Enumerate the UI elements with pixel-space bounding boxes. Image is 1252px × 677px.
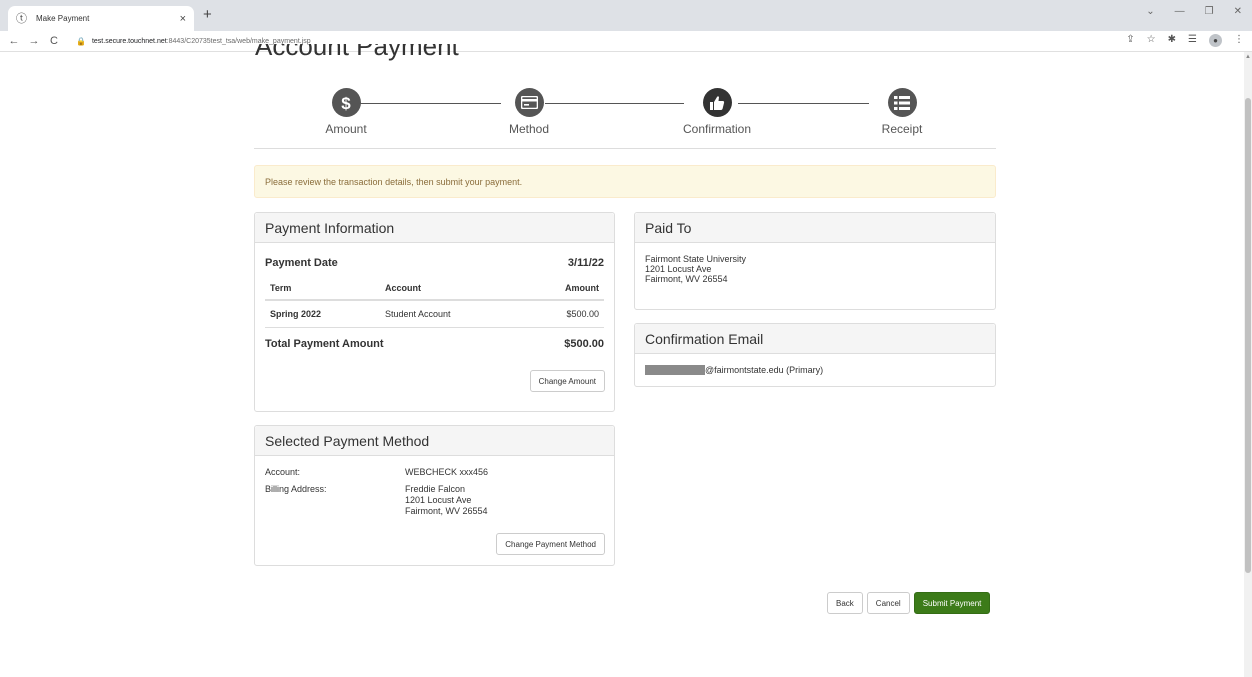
window-controls: ⌄ — ❐ ✕ xyxy=(1146,6,1242,17)
billing-street: 1201 Locust Ave xyxy=(405,495,472,505)
step-label: Confirmation xyxy=(682,122,752,136)
table-header-row: Term Account Amount xyxy=(265,275,604,301)
form-actions: Back Cancel Submit Payment xyxy=(827,592,991,614)
touchnet-favicon-icon: ⓣ xyxy=(16,12,27,25)
paid-to-panel: Paid To Fairmont State University 1201 L… xyxy=(634,212,996,310)
back-arrow-icon[interactable]: ← xyxy=(8,35,20,47)
total-value: $500.00 xyxy=(564,338,604,350)
total-label: Total Payment Amount xyxy=(265,338,384,350)
extensions-icon[interactable]: ✱ xyxy=(1168,34,1176,47)
billing-name: Freddie Falcon xyxy=(405,484,466,494)
cell-term: Spring 2022 xyxy=(265,300,380,328)
cell-amount: $500.00 xyxy=(521,300,604,328)
account-row: Account: WEBCHECK xxx456 xyxy=(265,467,604,478)
restore-icon[interactable]: ❐ xyxy=(1205,6,1214,17)
payment-information-panel: Payment Information Payment Date 3/11/22… xyxy=(254,212,615,412)
scrollbar-thumb[interactable] xyxy=(1245,98,1251,573)
review-alert: Please review the transaction details, t… xyxy=(254,165,996,198)
payee-street: 1201 Locust Ave xyxy=(645,264,712,274)
change-payment-method-button[interactable]: Change Payment Method xyxy=(496,533,605,555)
menu-kebab-icon[interactable]: ⋮ xyxy=(1234,34,1244,47)
confirmation-email-panel: Confirmation Email @fairmontstate.edu (P… xyxy=(634,323,996,387)
redacted-email-block xyxy=(645,365,705,375)
billing-city: Fairmont, WV 26554 xyxy=(405,506,488,516)
thumbs-up-icon xyxy=(702,88,732,117)
credit-card-icon xyxy=(514,88,544,117)
payee-name: Fairmont State University xyxy=(645,254,747,264)
forward-arrow-icon[interactable]: → xyxy=(28,35,40,47)
account-label: Account: xyxy=(265,467,301,477)
step-method: Method xyxy=(469,88,589,136)
selected-payment-method-panel: Selected Payment Method Account: WEBCHEC… xyxy=(254,425,615,566)
change-amount-button[interactable]: Change Amount xyxy=(529,370,605,392)
browser-tab-bar: ⓣ Make Payment × + ⌄ — ❐ ✕ xyxy=(0,0,1252,31)
tab-search-icon[interactable]: ⌄ xyxy=(1146,6,1154,17)
step-confirmation: Confirmation xyxy=(657,88,777,136)
close-window-icon[interactable]: ✕ xyxy=(1234,6,1242,17)
panel-heading: Confirmation Email xyxy=(635,324,995,354)
billing-address-value: Freddie Falcon 1201 Locust Ave Fairmont,… xyxy=(405,484,488,517)
reading-list-icon[interactable]: ☰ xyxy=(1188,34,1197,47)
share-icon[interactable]: ⇪ xyxy=(1126,34,1134,47)
url-host: test.secure.touchnet.net xyxy=(91,37,167,45)
total-row: Total Payment Amount $500.00 xyxy=(265,338,604,350)
cell-account: Student Account xyxy=(380,300,522,328)
lock-icon: 🔒 xyxy=(76,36,86,46)
cancel-button[interactable]: Cancel xyxy=(866,592,910,614)
submit-payment-button[interactable]: Submit Payment xyxy=(913,592,991,614)
page-title: Account Payment xyxy=(255,44,459,61)
panel-heading: Selected Payment Method xyxy=(255,426,614,456)
back-button[interactable]: Back xyxy=(827,592,863,614)
svg-text:$: $ xyxy=(341,94,351,112)
browser-address-bar: ← → C 🔒 test.secure.touchnet.net :8443/C… xyxy=(0,31,1252,52)
panel-heading: Paid To xyxy=(635,213,995,243)
new-tab-icon[interactable]: + xyxy=(203,6,212,23)
bookmark-star-icon[interactable]: ☆ xyxy=(1147,34,1156,47)
close-tab-icon[interactable]: × xyxy=(180,13,186,25)
payee-city: Fairmont, WV 26554 xyxy=(645,274,728,284)
minimize-icon[interactable]: — xyxy=(1175,6,1185,17)
payment-date-row: Payment Date 3/11/22 xyxy=(265,257,604,269)
billing-address-label: Billing Address: xyxy=(265,484,327,494)
dollar-icon: $ xyxy=(331,88,361,117)
panel-heading: Payment Information xyxy=(255,213,614,243)
profile-avatar-icon[interactable]: ● xyxy=(1209,34,1222,47)
tab-title: Make Payment xyxy=(36,14,90,23)
step-receipt: Receipt xyxy=(842,88,962,136)
billing-address-row: Billing Address: Freddie Falcon 1201 Loc… xyxy=(265,484,604,517)
payment-table: Term Account Amount Spring 2022 Student … xyxy=(265,275,604,328)
table-row: Spring 2022 Student Account $500.00 xyxy=(265,300,604,328)
browser-toolbar: ⇪ ☆ ✱ ☰ ● ⋮ xyxy=(1126,34,1244,47)
column-header-term: Term xyxy=(265,275,380,301)
scroll-up-icon[interactable]: ▲ xyxy=(1245,54,1251,60)
payment-date-value: 3/11/22 xyxy=(567,257,604,269)
confirmation-email-row: @fairmontstate.edu (Primary) xyxy=(645,365,985,375)
alert-text: Please review the transaction details, t… xyxy=(265,176,523,187)
step-label: Amount xyxy=(325,122,367,136)
step-amount: $ Amount xyxy=(286,88,406,136)
step-label: Method xyxy=(508,122,550,136)
browser-tab[interactable]: ⓣ Make Payment × xyxy=(8,6,194,31)
column-header-amount: Amount xyxy=(521,275,604,301)
payment-stepper: $ Amount Method Confirmation Receipt xyxy=(254,88,996,149)
reload-icon[interactable]: C xyxy=(48,35,60,47)
payment-date-label: Payment Date xyxy=(265,257,338,269)
email-suffix: @fairmontstate.edu (Primary) xyxy=(705,365,824,375)
column-header-account: Account xyxy=(380,275,522,301)
step-label: Receipt xyxy=(881,122,923,136)
list-icon xyxy=(887,88,917,117)
account-value: WEBCHECK xxx456 xyxy=(405,467,489,477)
